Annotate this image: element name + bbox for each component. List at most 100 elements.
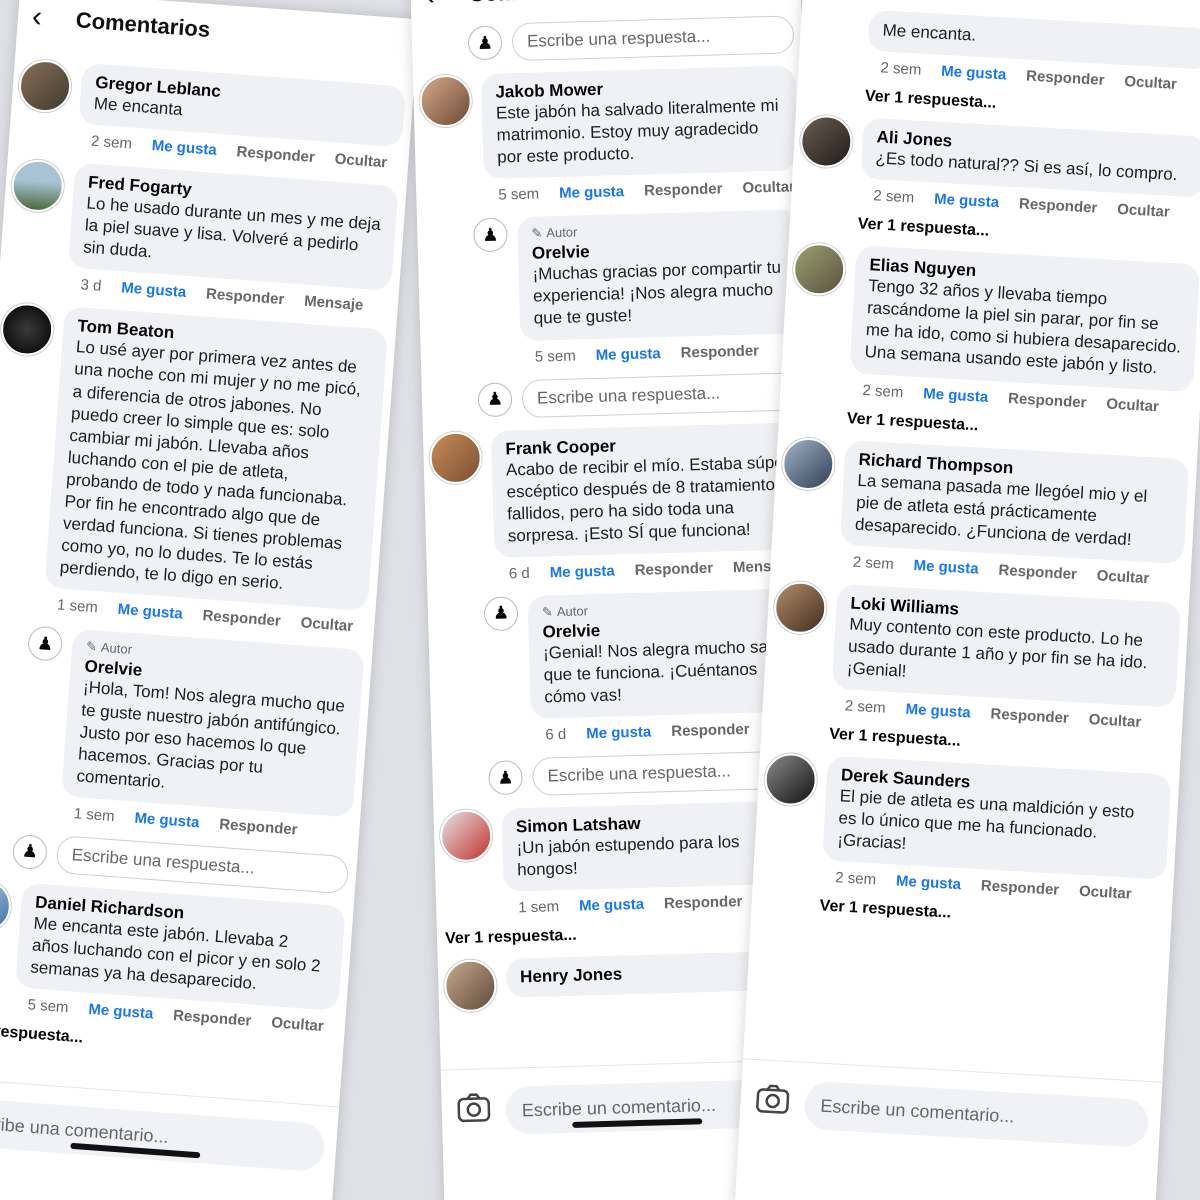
hide-button[interactable]: Ocultar <box>1088 711 1141 731</box>
comment-feed: Gregor Leblanc Me encanta 2 sem Me gusta… <box>0 42 415 1067</box>
reply-button[interactable]: Responder <box>205 286 284 309</box>
reply-composer: ♟ Escribe una respuesta... <box>477 371 805 419</box>
chevron-left-icon[interactable]: ‹ <box>31 0 77 35</box>
like-button[interactable]: Me gusta <box>559 183 624 202</box>
reply-button[interactable]: Responder <box>644 181 723 200</box>
like-button[interactable]: Me gusta <box>905 701 971 722</box>
like-button[interactable]: Me gusta <box>550 562 615 581</box>
comments-screen-3: ‹ Comentarios Me encanta. 2 sem Me gusta… <box>734 0 1200 1200</box>
comment-feed: Me encanta. 2 sem Me gusta Responder Ocu… <box>751 2 1200 935</box>
hide-button[interactable]: Ocultar <box>1117 201 1170 221</box>
reply-button[interactable]: Responder <box>1026 68 1105 89</box>
hide-button[interactable]: Ocultar <box>1124 73 1177 93</box>
avatar[interactable] <box>418 74 473 128</box>
avatar[interactable] <box>0 301 55 358</box>
avatar[interactable] <box>772 580 828 636</box>
avatar[interactable] <box>791 242 847 297</box>
message-button[interactable]: Mensaje <box>304 293 364 314</box>
hide-button[interactable]: Ocultar <box>300 615 354 636</box>
comment-text: ¡Muchas gracias por compartir tu experie… <box>532 258 782 329</box>
reply-input[interactable]: Escribe una respuesta... <box>55 834 350 895</box>
comment-composer: Escribe una comentario... <box>0 1077 340 1200</box>
hide-button[interactable]: Ocultar <box>742 179 795 197</box>
chevron-left-icon[interactable]: ‹ <box>424 0 469 12</box>
comment-time: 2 sem <box>862 381 904 401</box>
like-button[interactable]: Me gusta <box>586 724 651 743</box>
pencil-icon: ✎ <box>541 604 554 620</box>
brand-logo-icon: ♟ <box>11 833 49 871</box>
brand-logo-icon[interactable]: ♟ <box>483 596 519 632</box>
hide-button[interactable]: Ocultar <box>1079 883 1132 903</box>
comment-text: Tengo 32 años y llevaba tiempo rascándom… <box>864 276 1182 378</box>
like-button[interactable]: Me gusta <box>896 873 962 894</box>
reply-button[interactable]: Responder <box>664 893 743 912</box>
like-button[interactable]: Me gusta <box>151 137 217 159</box>
reply-composer: ♟ Escribe una respuesta... <box>467 15 795 62</box>
hide-button[interactable]: Ocultar <box>334 151 388 172</box>
comment-input[interactable]: Escribe una comentario... <box>0 1096 326 1173</box>
reply-button[interactable]: Responder <box>202 607 281 630</box>
camera-icon[interactable] <box>752 1078 794 1120</box>
like-button[interactable]: Me gusta <box>117 601 183 623</box>
like-button[interactable]: Me gusta <box>941 63 1007 84</box>
like-button[interactable]: Me gusta <box>121 280 187 302</box>
comment-text: Acabo de recibir el mío. Estaba súper es… <box>505 452 790 546</box>
comment: Frank Cooper Acabo de recibir el mío. Es… <box>428 421 809 587</box>
avatar[interactable] <box>439 809 493 863</box>
comment: Me encanta. 2 sem Me gusta Responder Ocu… <box>803 6 1200 125</box>
hide-button[interactable]: Ocultar <box>1106 395 1159 415</box>
brand-logo-icon: ♟ <box>467 25 503 61</box>
hide-button[interactable]: Ocultar <box>271 1014 325 1035</box>
like-button[interactable]: Me gusta <box>934 191 1000 212</box>
brand-logo-icon: ♟ <box>488 760 524 796</box>
reply-button[interactable]: Responder <box>998 562 1077 583</box>
comment-bubble: ✎ Autor Orelvie ¡Muchas gracias por compa… <box>516 209 803 341</box>
avatar[interactable] <box>17 58 73 114</box>
reply-button[interactable]: Responder <box>980 878 1059 899</box>
brand-logo-icon[interactable]: ♟ <box>26 625 64 663</box>
like-button[interactable]: Me gusta <box>579 896 644 915</box>
avatar[interactable] <box>798 114 854 169</box>
reply-button[interactable]: Responder <box>680 342 759 361</box>
comment-time: 6 d <box>508 564 530 583</box>
comment: Derek Saunders El pie de atleta es una m… <box>757 752 1172 935</box>
comment-composer: Escribe un comentario... <box>734 1058 1163 1200</box>
comment-input[interactable]: Escribe un comentario... <box>803 1080 1150 1148</box>
reply-button[interactable]: Responder <box>236 143 315 166</box>
comment: Tom Beaton Lo usé ayer por primera vez a… <box>0 301 389 638</box>
comment-time: 2 sem <box>872 187 915 207</box>
comment-time: 5 sem <box>27 996 70 1017</box>
avatar[interactable] <box>780 436 836 491</box>
hide-button[interactable]: Ocultar <box>1096 567 1149 587</box>
comment: Loki Williams Muy contento con este prod… <box>767 580 1182 763</box>
reply-button[interactable]: Responder <box>990 706 1069 727</box>
reply-input[interactable]: Escribe una respuesta... <box>521 371 805 418</box>
avatar[interactable] <box>9 158 66 214</box>
comment-text: ¡Hola, Tom! Nos alegra mucho que te gust… <box>75 677 346 792</box>
comment-bubble: ✎ Autor Orelvie ¡Hola, Tom! Nos alegra mu… <box>61 629 365 818</box>
comment: Elias Nguyen Tengo 32 años y llevaba tie… <box>784 242 1200 447</box>
avatar[interactable] <box>428 430 483 485</box>
like-button[interactable]: Me gusta <box>595 345 660 364</box>
avatar[interactable] <box>0 877 13 934</box>
avatar[interactable] <box>763 752 819 808</box>
like-button[interactable]: Me gusta <box>913 557 979 578</box>
comment: Jakob Mower Este jabón ha salvado litera… <box>418 65 799 208</box>
reply-button[interactable]: Responder <box>219 816 298 839</box>
reply-button[interactable]: Responder <box>1008 390 1087 411</box>
camera-icon[interactable] <box>453 1087 494 1128</box>
reply-button[interactable]: Responder <box>671 721 750 740</box>
brand-logo-icon[interactable]: ♟ <box>472 217 508 253</box>
like-button[interactable]: Me gusta <box>88 1001 154 1023</box>
reply-button[interactable]: Responder <box>173 1007 252 1030</box>
comment-bubble: Elias Nguyen Tengo 32 años y llevaba tie… <box>849 245 1200 392</box>
like-button[interactable]: Me gusta <box>923 385 989 406</box>
comment-time: 2 sem <box>90 132 133 153</box>
reply-button[interactable]: Responder <box>1019 196 1098 217</box>
page-title: Comentarios <box>75 7 212 42</box>
reply-button[interactable]: Responder <box>634 560 713 579</box>
reply-input[interactable]: Escribe una respuesta... <box>511 15 795 62</box>
avatar[interactable] <box>443 959 498 1013</box>
like-button[interactable]: Me gusta <box>134 810 200 832</box>
comment-time: 2 sem <box>880 59 922 79</box>
